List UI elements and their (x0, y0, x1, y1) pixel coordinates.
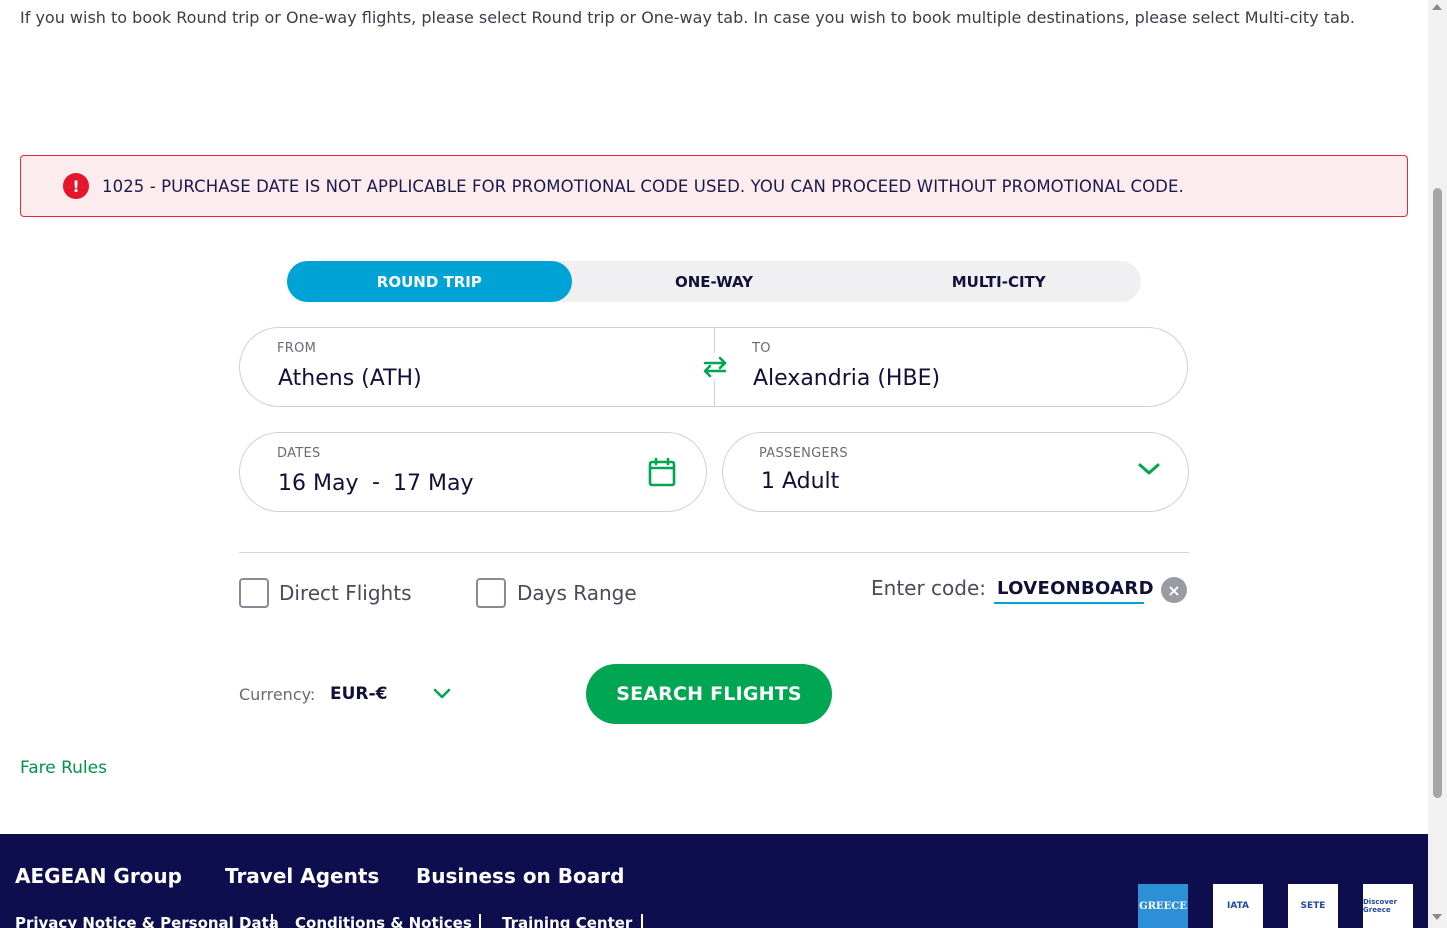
greece-logo[interactable]: GREECE (1138, 884, 1188, 928)
to-label: TO (752, 341, 771, 356)
passengers-field[interactable]: PASSENGERS 1 Adult (722, 432, 1189, 512)
promo-code-label: Enter code: (871, 576, 987, 600)
footer-link-privacy[interactable]: Privacy Notice & Personal Data (15, 914, 279, 928)
section-divider (239, 552, 1189, 553)
footer-link-travel-agents[interactable]: Travel Agents (225, 864, 379, 888)
trip-type-tabs: ROUND TRIP ONE-WAY MULTI-CITY (287, 261, 1141, 302)
depart-date: 16 May (278, 471, 359, 496)
site-footer: AEGEAN Group Travel Agents Business on B… (0, 834, 1428, 928)
footer-separator (271, 914, 273, 928)
return-date: 17 May (393, 471, 474, 496)
exclamation-icon: ! (63, 173, 89, 199)
to-field[interactable]: Alexandria (HBE) (753, 366, 940, 391)
days-range-label: Days Range (517, 581, 637, 605)
tab-multi-city[interactable]: MULTI-CITY (856, 261, 1141, 302)
discover-greece-logo[interactable]: Discover Greece (1363, 884, 1413, 928)
direct-flights-checkbox[interactable] (239, 578, 269, 608)
chevron-down-icon[interactable] (1137, 461, 1161, 481)
footer-link-business-on-board[interactable]: Business on Board (416, 864, 624, 888)
scroll-up-arrow-icon[interactable] (1432, 4, 1442, 10)
iata-logo[interactable]: IATA (1213, 884, 1263, 928)
fare-rules-link[interactable]: Fare Rules (20, 758, 107, 778)
passengers-value: 1 Adult (761, 469, 840, 494)
dates-field[interactable]: DATES 16 May - 17 May (239, 432, 707, 512)
close-icon[interactable]: × (1161, 577, 1187, 603)
dates-label: DATES (277, 446, 321, 461)
promo-code-input[interactable]: LOVEONBOARD (994, 578, 1154, 604)
passengers-label: PASSENGERS (759, 446, 848, 461)
footer-link-conditions[interactable]: Conditions & Notices (295, 914, 472, 928)
scroll-down-arrow-icon[interactable] (1432, 914, 1442, 920)
tab-one-way[interactable]: ONE-WAY (572, 261, 857, 302)
footer-separator (479, 914, 481, 928)
error-alert: ! 1025 - PURCHASE DATE IS NOT APPLICABLE… (20, 155, 1408, 217)
footer-separator (641, 914, 643, 928)
swap-arrows-icon[interactable] (699, 353, 731, 381)
alert-message: 1025 - PURCHASE DATE IS NOT APPLICABLE F… (102, 176, 1184, 196)
footer-link-aegean-group[interactable]: AEGEAN Group (15, 864, 182, 888)
route-selector: FROM Athens (ATH) TO Alexandria (HBE) (239, 327, 1188, 407)
from-label: FROM (277, 341, 317, 356)
days-range-checkbox[interactable] (476, 578, 506, 608)
scrollbar-thumb[interactable] (1433, 188, 1442, 798)
intro-text: If you wish to book Round trip or One-wa… (20, 8, 1356, 27)
currency-chevron-down-icon[interactable] (432, 686, 452, 705)
from-field[interactable]: Athens (ATH) (278, 366, 422, 391)
tab-round-trip[interactable]: ROUND TRIP (287, 261, 572, 302)
vertical-scrollbar[interactable] (1428, 0, 1447, 928)
currency-label: Currency: (239, 685, 316, 704)
currency-select[interactable]: EUR-€ (330, 684, 387, 704)
calendar-icon[interactable] (648, 457, 676, 491)
sete-logo[interactable]: SETE (1288, 884, 1338, 928)
date-separator: - (372, 470, 380, 495)
search-flights-button[interactable]: SEARCH FLIGHTS (586, 664, 832, 724)
footer-link-training[interactable]: Training Center (502, 914, 632, 928)
direct-flights-label: Direct Flights (279, 581, 412, 605)
